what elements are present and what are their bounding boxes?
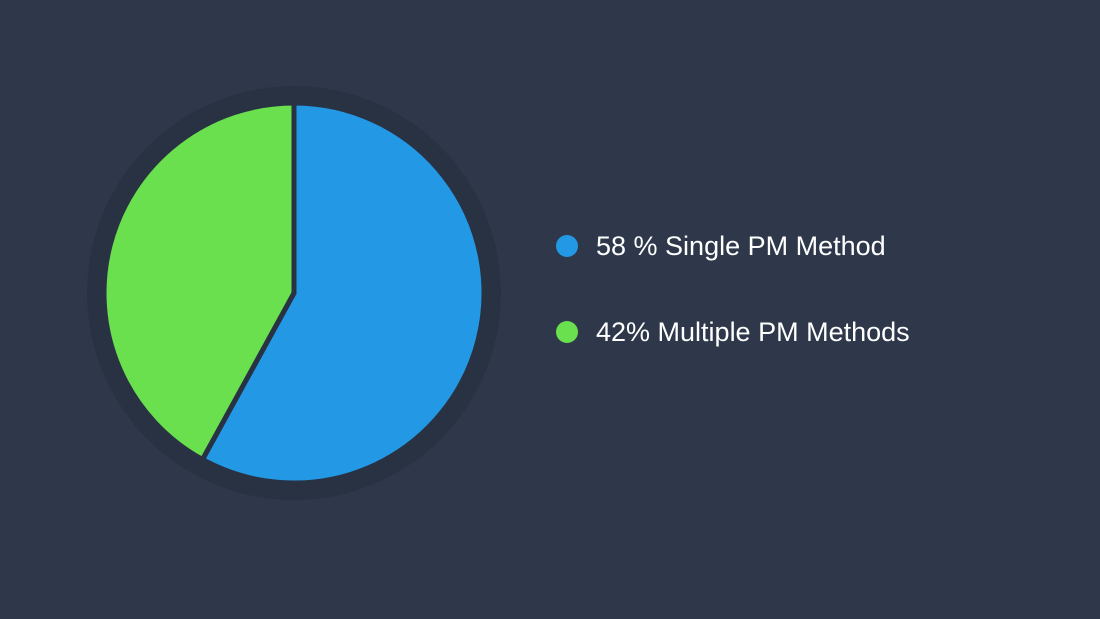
legend-label: 58 % Single PM Method xyxy=(596,230,886,261)
legend-dot-icon xyxy=(556,321,578,343)
legend-item-multiple-pm: 42% Multiple PM Methods xyxy=(556,308,910,356)
legend: 58 % Single PM Method 42% Multiple PM Me… xyxy=(556,222,910,394)
legend-label: 42% Multiple PM Methods xyxy=(596,316,910,347)
legend-item-single-pm: 58 % Single PM Method xyxy=(556,222,910,270)
legend-dot-icon xyxy=(556,235,578,257)
pie-chart xyxy=(87,86,501,500)
pie-slices xyxy=(101,100,487,486)
chart-canvas: 58 % Single PM Method 42% Multiple PM Me… xyxy=(0,0,1100,619)
